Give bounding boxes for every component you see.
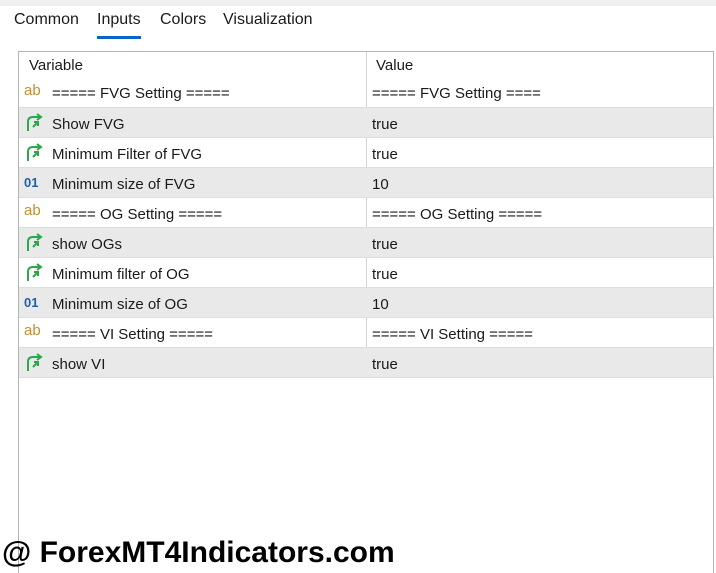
table-row[interactable]: show VI true <box>19 348 713 378</box>
bool-type-icon <box>24 233 46 253</box>
variable-value[interactable]: ===== OG Setting ===== <box>372 206 542 223</box>
table-row[interactable]: show OGs true <box>19 228 713 258</box>
variable-value[interactable]: ===== FVG Setting ==== <box>372 85 541 102</box>
string-type-icon: ab <box>24 322 41 339</box>
variable-value[interactable]: ===== VI Setting ===== <box>372 326 533 343</box>
variable-value[interactable]: 10 <box>372 296 389 313</box>
variable-value[interactable]: true <box>372 236 398 253</box>
variable-value[interactable]: true <box>372 356 398 373</box>
variable-name: ===== FVG Setting ===== <box>52 85 230 102</box>
bool-type-icon <box>24 353 46 373</box>
variable-name: Show FVG <box>52 116 125 133</box>
table-row[interactable]: ab ===== FVG Setting ===== ===== FVG Set… <box>19 78 713 108</box>
bool-type-icon <box>24 113 46 133</box>
bool-type-icon <box>24 263 46 283</box>
table-row[interactable]: Minimum Filter of FVG true <box>19 138 713 168</box>
table-row[interactable]: Show FVG true <box>19 108 713 138</box>
header-value[interactable]: Value <box>376 52 413 78</box>
tab-common[interactable]: Common <box>14 10 79 36</box>
table-row[interactable]: ab ===== VI Setting ===== ===== VI Setti… <box>19 318 713 348</box>
bool-type-icon <box>24 143 46 163</box>
variable-value[interactable]: true <box>372 146 398 163</box>
tab-inputs[interactable]: Inputs <box>97 10 141 39</box>
variable-name: Minimum size of OG <box>52 296 188 313</box>
tab-visualization[interactable]: Visualization <box>223 10 313 36</box>
table-row[interactable]: Minimum filter of OG true <box>19 258 713 288</box>
table-row[interactable]: 01 Minimum size of OG 10 <box>19 288 713 318</box>
table-row[interactable]: 01 Minimum size of FVG 10 <box>19 168 713 198</box>
variable-value[interactable]: true <box>372 266 398 283</box>
variable-name: Minimum Filter of FVG <box>52 146 203 163</box>
inputs-table: Variable Value ab ===== FVG Setting ====… <box>18 51 714 573</box>
string-type-icon: ab <box>24 82 41 99</box>
header-variable[interactable]: Variable <box>29 52 83 78</box>
variable-name: ===== OG Setting ===== <box>52 206 223 223</box>
table-row[interactable]: ab ===== OG Setting ===== ===== OG Setti… <box>19 198 713 228</box>
watermark-text: @ ForexMT4Indicators.com <box>2 536 395 569</box>
variable-name: show VI <box>52 356 106 373</box>
tab-bar: Common Inputs Colors Visualization <box>0 6 716 40</box>
int-type-icon: 01 <box>24 175 39 190</box>
variable-name: Minimum size of FVG <box>52 176 196 193</box>
variable-value[interactable]: true <box>372 116 398 133</box>
string-type-icon: ab <box>24 202 41 219</box>
variable-name: ===== VI Setting ===== <box>52 326 213 343</box>
int-type-icon: 01 <box>24 295 39 310</box>
tab-colors[interactable]: Colors <box>160 10 206 36</box>
variable-name: Minimum filter of OG <box>52 266 190 283</box>
variable-value[interactable]: 10 <box>372 176 389 193</box>
variable-name: show OGs <box>52 236 123 253</box>
